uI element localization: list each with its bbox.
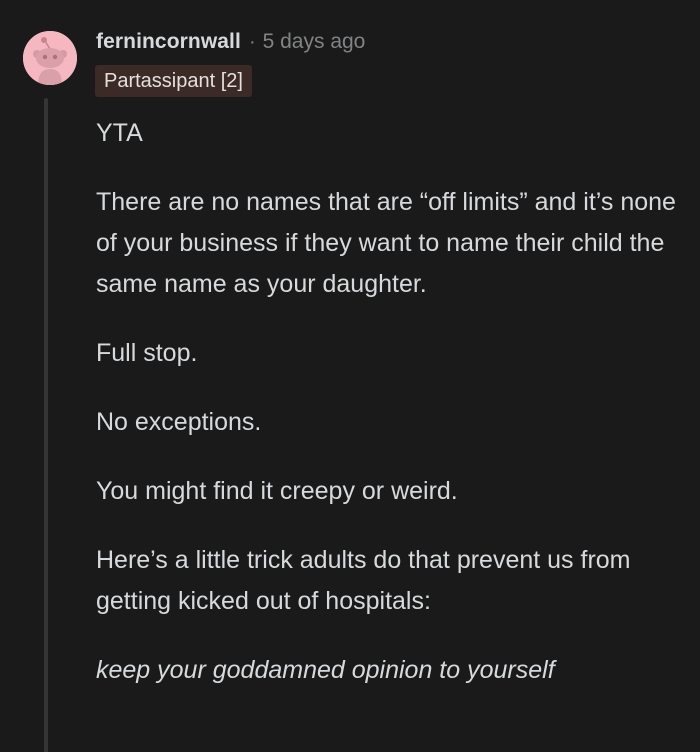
comment-paragraph: You might find it creepy or weird. (96, 477, 458, 505)
comment-paragraph: No exceptions. (96, 408, 262, 436)
reddit-snoo-avatar-icon (23, 31, 77, 85)
user-flair: Partassipant [2] (95, 65, 252, 97)
comment-paragraph: Full stop. (96, 339, 198, 367)
comment-paragraph: YTA (96, 119, 143, 147)
comment-paragraph-italic: keep your goddamned opinion to yourself (96, 656, 555, 684)
thread-line[interactable] (44, 98, 48, 752)
timestamp[interactable]: 5 days ago (263, 30, 366, 54)
comment: fernincornwall · 5 days ago Partassipant… (0, 0, 700, 752)
comment-body: YTA There are no names that are “off lim… (96, 113, 686, 719)
username[interactable]: fernincornwall (96, 30, 241, 54)
comment-meta: fernincornwall · 5 days ago (96, 26, 365, 58)
comment-paragraph: There are no names that are “off limits”… (96, 188, 676, 298)
meta-separator: · (248, 30, 256, 53)
avatar[interactable] (23, 31, 77, 85)
comment-paragraph: Here’s a little trick adults do that pre… (96, 546, 631, 615)
